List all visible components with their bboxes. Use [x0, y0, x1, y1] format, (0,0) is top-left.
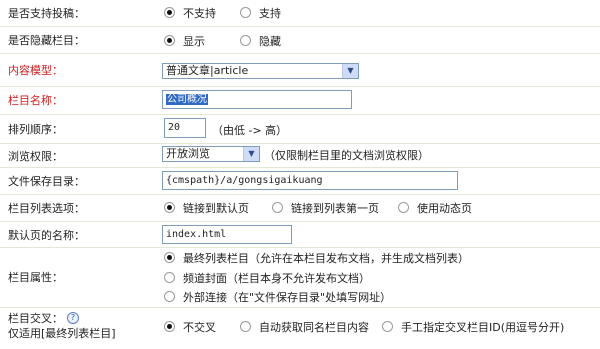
radio-button[interactable]: [382, 321, 393, 332]
chevron-down-icon: ▼: [342, 64, 358, 78]
chevron-down-icon: ▼: [243, 147, 259, 161]
listopt-option-first[interactable]: 链接到列表第一页: [272, 202, 379, 216]
row-hidden: 是否隐藏栏目： 显示 隐藏: [0, 27, 600, 54]
listopt-label: 栏目列表选项：: [8, 202, 85, 215]
savedir-input[interactable]: {cmspath}/a/gongsigaikuang: [162, 171, 458, 190]
submit-option-yes[interactable]: 支持: [240, 7, 281, 21]
attr-label: 栏目属性：: [8, 271, 63, 284]
sort-label: 排列顺序：: [8, 123, 63, 136]
submit-option-no[interactable]: 不支持: [164, 7, 216, 21]
attr-option-final-list[interactable]: 最终列表栏目（允许在本栏目发布文档，并生成文档列表）: [164, 252, 469, 266]
radio-button[interactable]: [398, 202, 409, 213]
model-select[interactable]: 普通文章|article ▼: [162, 63, 359, 79]
row-model: 内容模型： 普通文章|article ▼: [0, 54, 600, 87]
sort-hint: （由低 -> 高）: [212, 124, 288, 137]
hidden-label: 是否隐藏栏目：: [8, 34, 85, 47]
attr-option-channel-cover[interactable]: 频道封面（栏目本身不允许发布文档）: [164, 272, 370, 286]
row-submit: 是否支持投稿： 不支持 支持: [0, 0, 600, 27]
row-listopt: 栏目列表选项： 链接到默认页 链接到列表第一页 使用动态页: [0, 195, 600, 222]
listopt-option-default[interactable]: 链接到默认页: [164, 202, 249, 216]
row-defaultpage: 默认页的名称： index.html: [0, 222, 600, 248]
row-name: 栏目名称： 公司概况: [0, 87, 600, 115]
row-savedir: 文件保存目录： {cmspath}/a/gongsigaikuang: [0, 168, 600, 195]
radio-button[interactable]: [240, 35, 251, 46]
cross-label: 栏目交叉：?: [8, 312, 79, 326]
radio-button[interactable]: [164, 35, 175, 46]
defaultpage-input[interactable]: index.html: [162, 225, 292, 244]
name-label: 栏目名称：: [8, 94, 63, 107]
radio-button[interactable]: [240, 321, 251, 332]
submit-label: 是否支持投稿：: [8, 7, 85, 20]
row-browse: 浏览权限： 开放浏览 ▼ （仅限制栏目里的文档浏览权限）: [0, 144, 600, 168]
row-attr: 栏目属性： 最终列表栏目（允许在本栏目发布文档，并生成文档列表） 频道封面（栏目…: [0, 248, 600, 308]
savedir-label: 文件保存目录：: [8, 175, 85, 188]
selected-text: 公司概况: [166, 94, 208, 105]
listopt-option-dynamic[interactable]: 使用动态页: [398, 202, 472, 216]
browse-label: 浏览权限：: [8, 150, 63, 163]
radio-button[interactable]: [272, 202, 283, 213]
radio-button[interactable]: [164, 321, 175, 332]
hidden-option-hide[interactable]: 隐藏: [240, 35, 281, 49]
row-sort: 排列顺序： 20 （由低 -> 高）: [0, 115, 600, 144]
sort-input[interactable]: 20: [164, 118, 206, 138]
help-icon[interactable]: ?: [67, 312, 79, 324]
hidden-option-show[interactable]: 显示: [164, 35, 205, 49]
defaultpage-label: 默认页的名称：: [8, 229, 85, 242]
radio-button[interactable]: [164, 291, 175, 302]
name-input[interactable]: 公司概况: [162, 90, 352, 109]
radio-button[interactable]: [164, 7, 175, 18]
browse-select[interactable]: 开放浏览 ▼: [162, 146, 260, 162]
browse-hint: （仅限制栏目里的文档浏览权限）: [264, 149, 429, 162]
cross-sublabel: 仅适用[最终列表栏目]: [8, 327, 116, 340]
row-cross: 栏目交叉：? 仅适用[最终列表栏目] 不交叉 自动获取同名栏目内容 手工指定交叉…: [0, 308, 600, 349]
cross-option-none[interactable]: 不交叉: [164, 321, 216, 335]
radio-button[interactable]: [240, 7, 251, 18]
attr-option-external-link[interactable]: 外部连接（在"文件保存目录"处填写网址）: [164, 291, 391, 305]
radio-button[interactable]: [164, 252, 175, 263]
model-label: 内容模型：: [8, 64, 63, 77]
cross-option-manual[interactable]: 手工指定交叉栏目ID(用逗号分开): [382, 321, 564, 335]
radio-button[interactable]: [164, 202, 175, 213]
radio-button[interactable]: [164, 272, 175, 283]
cross-option-auto[interactable]: 自动获取同名栏目内容: [240, 321, 369, 335]
